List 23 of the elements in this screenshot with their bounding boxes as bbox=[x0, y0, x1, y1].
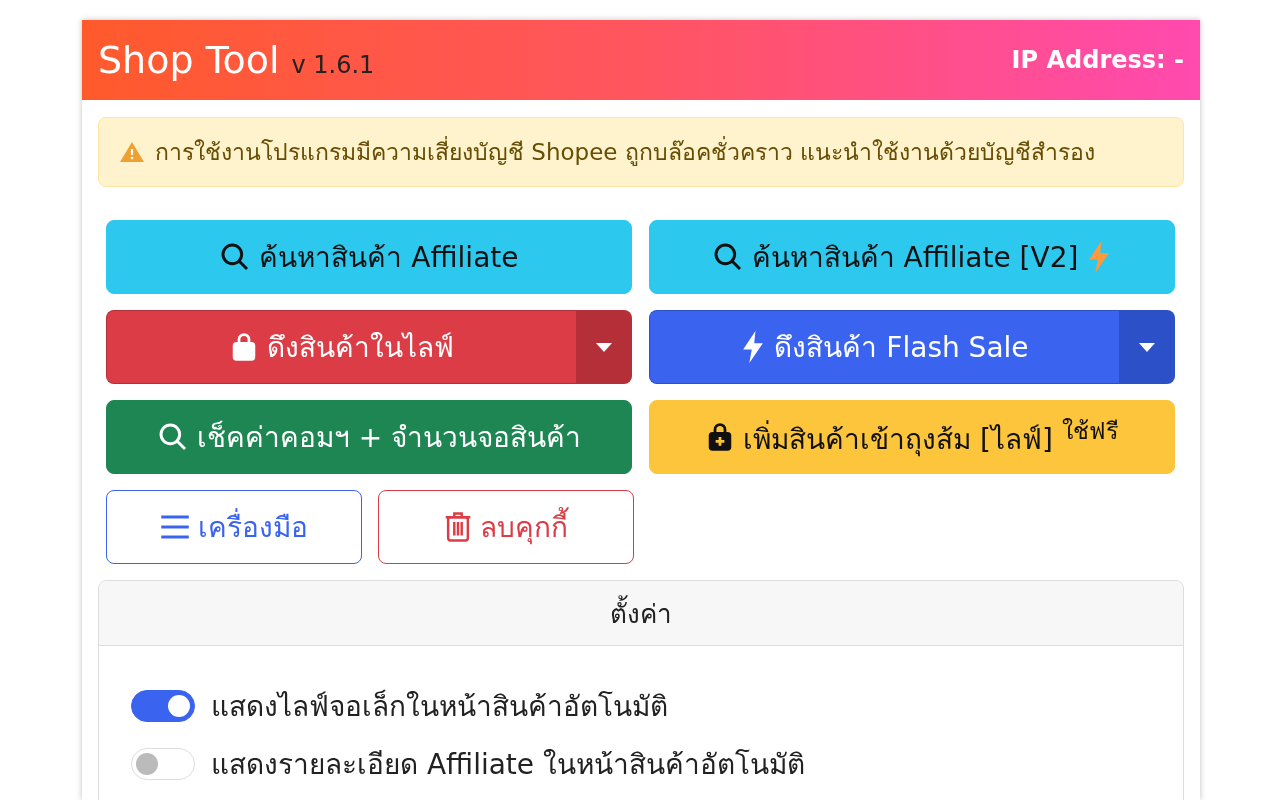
ip-address-label: IP Address: - bbox=[1011, 46, 1184, 74]
toggle-switch[interactable] bbox=[131, 690, 195, 722]
toggle-label: แสดงรายละเอียด Affiliate ในหน้าสินค้าอัตโนมัติ bbox=[211, 747, 805, 783]
tool-button[interactable]: ลบคุกกี้ bbox=[378, 490, 634, 564]
action-button[interactable]: ดึงสินค้า Flash Sale bbox=[649, 310, 1119, 384]
tool-button[interactable]: เครื่องมือ bbox=[106, 490, 362, 564]
menu-icon bbox=[160, 513, 190, 541]
action-button[interactable]: ดึงสินค้าในไลฟ์ bbox=[106, 310, 576, 384]
trash-icon bbox=[444, 511, 472, 543]
action-button[interactable]: เช็คค่าคอมฯ + จำนวนจอสินค้า bbox=[106, 400, 632, 474]
alert-text: การใช้งานโปรแกรมมีความเสี่ยงบัญชี Shopee ถูกบล๊อคชั่วคราว แนะนำใช้งานด้วยบัญชีสำรอง bbox=[155, 134, 1096, 170]
dropdown-toggle[interactable] bbox=[1119, 310, 1175, 384]
app-title: Shop Tool bbox=[98, 38, 280, 82]
action-button[interactable]: ค้นหาสินค้า Affiliate [V2] bbox=[649, 220, 1175, 294]
toggle-label: แสดงไลฟ์จอเล็กในหน้าสินค้าอัตโนมัติ bbox=[211, 688, 668, 725]
action-button[interactable]: ค้นหาสินค้า Affiliate bbox=[106, 220, 632, 294]
dropdown-toggle[interactable] bbox=[576, 310, 632, 384]
caret-icon bbox=[596, 342, 612, 352]
caret-icon bbox=[1139, 342, 1155, 352]
version-label: v 1.6.1 bbox=[291, 51, 375, 79]
warning-icon bbox=[119, 141, 145, 163]
action-button[interactable]: เพิ่มสินค้าเข้าถุงส้ม [ไลฟ์] $^{ใช้ฟรี}$ bbox=[649, 400, 1175, 474]
settings-title: ตั้งค่า bbox=[99, 581, 1183, 646]
